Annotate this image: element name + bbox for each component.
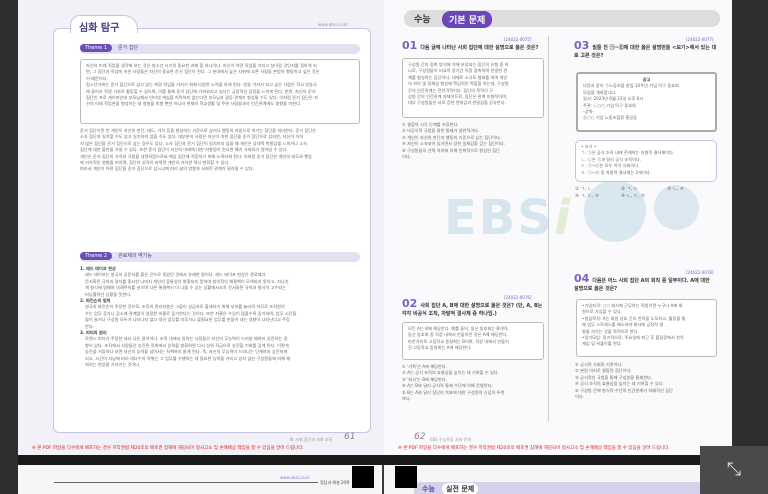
notice-board: 공고 다음과 같이 ㉠노동조합 창립 10주년 기념 탁구 동호회 모임을 개최합니… [576, 72, 717, 132]
header-pill: 실전 문제 [442, 483, 479, 494]
text-line: 면, 그 집단과 직업에 속한 사람들은 자신의 중요한 준거 집단이 된다. … [86, 69, 320, 75]
viewer-right-margin [732, 0, 768, 494]
question-number: 03 [574, 39, 590, 52]
page-number: 61 [344, 432, 356, 442]
header-small: 수능 [422, 485, 435, 493]
page-64-partial: 수능 실전 문제 [384, 465, 732, 494]
copyright-notice: ※ 본 PDF 파일을 다수에게 배포하는 경우 저작권법 제20조의 배포권 … [398, 446, 670, 451]
text-line: 워지는 현상을 가리키는 것이다. [85, 362, 141, 368]
question-text: 사회 집단 A, B에 대한 설명으로 옳은 것은? (단, A, B는 [420, 303, 543, 309]
section-header: 수능 기본 문제 [404, 10, 720, 28]
text-line: ⑤ B는 A와 달리 집단의 목표에 대한 구성원의 신념이 뚜렷 [402, 389, 505, 395]
question-01: 01 다음 글에 나타난 사회 집단에 대한 설명으로 옳은 것은? [402, 39, 547, 52]
question-02: 02 사회 집단 A, B에 대한 설명으로 옳은 것은? (단, A, B는각각… [402, 297, 547, 318]
column-divider [548, 36, 549, 421]
question-number: 04 [574, 272, 590, 285]
passage-box: 구성원 간의 접촉 방식에 의해 분류되는 집단의 유형 중 하 나로, 구성원들… [402, 58, 544, 118]
text-line: ㉢○○ 기업 노동조합장 홍길동 [583, 115, 638, 121]
section-header: 수능 실전 문제 [414, 482, 732, 494]
question-04: 04 다음은 어느 사회 집단 A의 회칙 중 일부이다. A에 대한설명으로 옳… [574, 272, 719, 293]
site-url: www.ebsi.co.kr [280, 475, 310, 480]
page-number: 62 [414, 432, 426, 442]
text-line: ㄹ. ㉠~㉣ 중 자발적 결사체는 2개이다. [581, 169, 652, 175]
text-line: 대부 구성원들은 서로 강한 연대감과 친밀감을 공유한다. [408, 100, 506, 106]
choices: ① 결합의 시각 단계를 조장한다. ② 비공식적 규범을 통한 통제가 일반적이… [402, 122, 505, 160]
choices: ① '가족'은 A에 해당한다. ② A는 공식 조직의 효율성을 높이는 데 기… [402, 364, 504, 402]
header-small: 수능 [414, 15, 431, 25]
viewer-left-margin [0, 0, 18, 494]
text-line: 신의 미래 직업관을 형성하는 데 영향을 미칠 뿐만 아니라 현재의 학교생활… [86, 101, 302, 107]
collapse-arrows-icon: ⤡ [726, 459, 742, 480]
page-63-partial: www.ebsi.co.kr 정답과 해설 20쪽 [18, 465, 382, 494]
text-line: ⑤ 구성원 간에 형식적·수단적 인간관계가 지배적인 집단 [575, 387, 673, 393]
answer-option[interactable]: ③ ㄴ, ㄹ [667, 186, 713, 193]
text-line: 이다. [575, 394, 585, 400]
question-number: 01 [402, 39, 418, 52]
text-line: ② A는 공식 조직의 효율성을 높이는 데 기여할 수 있다. [402, 370, 499, 376]
passage-box: 모든 A는 B에 해당한다. 예를 들어, 동산 동호회는 B이며, 동산 동호회… [402, 322, 544, 360]
text-line: 따라서 개인이 어떤 집단을 준거 집단으로 삼느냐에 따라 삶의 방향과 사회… [80, 166, 255, 172]
question-text: 설명으로 옳은 것은? [574, 286, 618, 292]
exit-fullscreen-button[interactable]: ⤡ [700, 446, 768, 494]
passage-box: •가입자격: ○○ 회사에 근무하는 직원이면 누구나 A에 회 원으로 가입할… [576, 299, 717, 357]
text-line: 청소년기에는 준거 집단으로 삼고 있는 희망 직업을 가지기 위해 다양한 노… [86, 82, 317, 88]
theme-title: 관료제의 역기능 [118, 253, 152, 259]
question-text: 각각 비공식 조직, 자발적 결사체 중 하나임.) [402, 311, 497, 317]
answer-page-label: 정답과 해설 20쪽 [320, 480, 350, 485]
choices: ① 공식적 사회화 기관이다. ② 본원 의지로 결합된 집단이다. ③ 공식적인 … [575, 362, 673, 400]
redaction-block [395, 466, 417, 488]
theme-1-heading: Theme 1 준거 집단 [80, 44, 360, 54]
answer-option[interactable]: ① ㄱ, ㄴ [575, 186, 621, 193]
rule [54, 482, 318, 483]
question-number: 02 [402, 297, 418, 310]
question-text: 다음 글에 나타난 사회 집단에 대한 설명으로 옳은 것은? [420, 45, 539, 51]
answer-choices: ① ㄱ, ㄴ② ㄱ, ㄷ③ ㄴ, ㄹ ④ ㄱ, ㄷ, ㄹ⑤ ㄴ, ㄷ, ㄹ [575, 186, 717, 200]
text-line: 게임 및 뒤풀이를 한다. [582, 341, 622, 347]
header-pill: 기본 문제 [442, 11, 493, 28]
question-text: 다음은 어느 사회 집단 A의 회칙 중 일부이다. A에 대한 [592, 278, 710, 284]
theme-2-heading: Theme 2 관료제의 역기능 [80, 252, 360, 262]
question-03: 03 밑줄 친 ㉠~㉣에 대한 옳은 설명만을 <보기>에서 있는 대로 고른 것… [574, 39, 719, 60]
theme-1-box: 자신의 미래 직업을 생각해 보는 것은 청소년 시기의 중요한 과제 중 하나… [80, 59, 360, 124]
theme-1-body: 준거 집단이란 한 개인이 자신의 판단, 태도, 가치 등을 형성하는 기준으… [80, 128, 360, 173]
text-line: 진 고등학교 동창회는 A에 해당한다. [408, 345, 472, 351]
copyright-notice: ※ 본 PDF 파일을 다수에게 배포하는 경우 저작권법 제20조의 배포권 … [32, 446, 304, 451]
question-text: 밑줄 친 ㉠~㉣에 대한 옳은 설명만을 <보기>에서 있는 대 [592, 45, 717, 51]
answer-option[interactable]: ⑤ ㄴ, ㄷ, ㄹ [621, 193, 667, 200]
page-gap [18, 455, 732, 465]
page-label: Ⅲ. 사회 집단과 사회 조직 [290, 437, 333, 442]
page-61: 심화 탐구 www.ebsi.co.kr Theme 1 준거 집단 자신의 미래… [18, 0, 384, 455]
text-line: ⑤ 구성원들의 선택 의지에 의해 인위적으로 형성된 집단 [402, 147, 500, 153]
text-line: ④ A는 B와 달리 공식적 통제 수단에 의해 운영된다. [402, 383, 493, 389]
theme-badge: Theme 2 [80, 252, 113, 260]
theme-title: 준거 집단 [118, 45, 139, 51]
redaction-block [352, 466, 374, 488]
theme-2-list: 1. 레드 테이프 현상 레드 테이프는 영국의 공문서를 붉은 끈으로 묶었던 … [80, 266, 360, 369]
text-line: ④ 공식 조직의 효율성을 높이는 데 기여할 수 있다. [575, 381, 664, 387]
page-62: EBSi 수능 기본 문제 [24022-0075] 01 다음 글에 나타난 사회… [384, 0, 732, 455]
section-tab: 심화 탐구 [70, 15, 138, 34]
site-url: www.ebsi.co.kr [318, 22, 348, 27]
answer-option[interactable]: ④ ㄱ, ㄷ, ㄹ [575, 193, 621, 200]
text-line: ④ 자신이 소속되어 있으면서 강한 일체감을 갖는 집단이다. [402, 141, 506, 147]
question-text: 로 고른 것은? [574, 53, 604, 59]
page-label: EBS 수능특강 사회·문화 [430, 437, 471, 442]
ebsi-watermark: EBSi [444, 190, 573, 246]
text-line: 하다. [402, 396, 412, 402]
text-line: 이다. [402, 154, 412, 160]
bogi-box: • 보기 • ㄱ. ㉠은 공식 조직 내에 존재하는 자발적 결사체이다. ㄴ. ㉡… [575, 140, 717, 182]
theme-badge: Theme 1 [80, 44, 113, 52]
answer-option[interactable]: ② ㄱ, ㄷ [621, 186, 667, 193]
